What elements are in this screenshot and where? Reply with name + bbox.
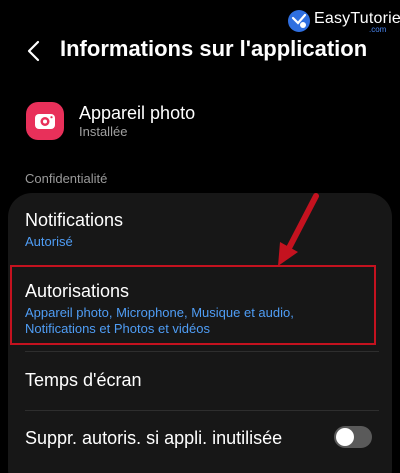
privacy-settings-card: Notifications Autorisé Autorisations App… xyxy=(8,193,392,473)
screen-time-setting[interactable]: Temps d'écran xyxy=(8,352,392,410)
toggle-knob xyxy=(336,428,354,446)
remove-permissions-toggle[interactable] xyxy=(334,426,372,448)
watermark-text: EasyTutoriel xyxy=(314,10,400,27)
camera-icon xyxy=(35,114,55,129)
section-header-privacy: Confidentialité xyxy=(25,171,108,186)
watermark: EasyTutoriel .com xyxy=(287,8,400,34)
chevron-left-icon xyxy=(27,40,40,62)
app-name: Appareil photo xyxy=(79,103,196,123)
easytutoriel-logo-icon xyxy=(288,10,310,32)
notifications-setting[interactable]: Notifications Autorisé xyxy=(8,193,392,265)
page-title: Informations sur l'application xyxy=(60,36,368,61)
red-arrow-icon xyxy=(278,193,319,266)
app-install-status: Installée xyxy=(79,124,128,139)
camera-app-icon xyxy=(26,102,64,140)
app-info-screen: EasyTutoriel .com Informations sur l'app… xyxy=(0,0,400,473)
notifications-title: Notifications xyxy=(25,210,124,230)
remove-permissions-title: Suppr. autoris. si appli. inutilisée xyxy=(25,428,283,448)
back-button[interactable] xyxy=(16,34,50,68)
watermark-suffix: .com xyxy=(369,25,387,34)
highlight-box xyxy=(10,265,376,345)
screen-time-title: Temps d'écran xyxy=(25,370,142,390)
